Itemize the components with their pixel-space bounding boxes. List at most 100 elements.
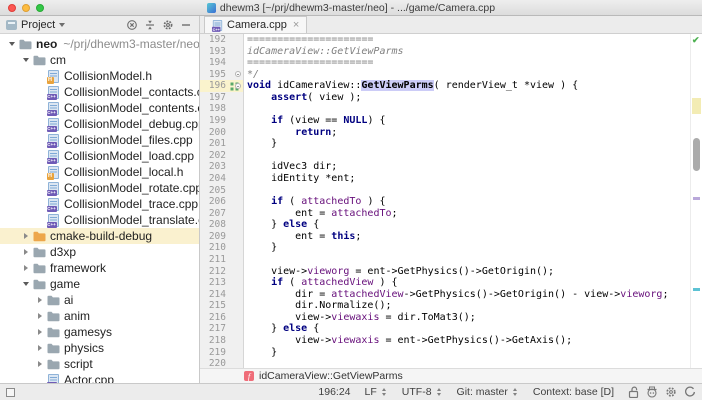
gutter-marker-column[interactable] [230, 277, 244, 289]
gutter-marker-column[interactable] [230, 358, 244, 368]
tree-item-collisionmodel-contacts-cpp[interactable]: C++CollisionModel_contacts.cpp [0, 84, 199, 100]
line-number[interactable]: 217 [200, 323, 230, 335]
line-number[interactable]: 219 [200, 347, 230, 359]
code-line-213[interactable]: 213 if ( attachedView ) { [200, 277, 690, 289]
tree-item-script[interactable]: script [0, 356, 199, 372]
chevron-right-icon[interactable] [34, 297, 46, 303]
line-number[interactable]: 208 [200, 219, 230, 231]
gutter-marker-column[interactable] [230, 80, 244, 92]
chevron-down-icon[interactable] [59, 23, 65, 27]
line-number[interactable]: 201 [200, 138, 230, 150]
tree-item-collisionmodel-contents-cpp[interactable]: C++CollisionModel_contents.cpp [0, 100, 199, 116]
code-line-199[interactable]: 199 if (view == NULL) { [200, 115, 690, 127]
gutter-marker-column[interactable] [230, 57, 244, 69]
tree-item-collisionmodel-files-cpp[interactable]: C++CollisionModel_files.cpp [0, 132, 199, 148]
gutter-marker-column[interactable] [230, 150, 244, 162]
gear-question-icon[interactable] [665, 386, 677, 398]
gutter-marker-column[interactable] [230, 92, 244, 104]
git-branch-selector[interactable]: Git: master [457, 386, 519, 398]
gutter-marker-column[interactable] [230, 347, 244, 359]
line-number[interactable]: 202 [200, 150, 230, 162]
code-line-209[interactable]: 209 ent = this; [200, 231, 690, 243]
gutter-marker-column[interactable] [230, 208, 244, 220]
line-number[interactable]: 194 [200, 57, 230, 69]
gutter-marker-column[interactable] [230, 196, 244, 208]
tree-item-ai[interactable]: ai [0, 292, 199, 308]
line-ending-selector[interactable]: LF [365, 386, 388, 398]
gutter-marker-column[interactable] [230, 219, 244, 231]
line-number[interactable]: 206 [200, 196, 230, 208]
tree-item-cmake-build-debug[interactable]: cmake-build-debug [0, 228, 199, 244]
code-line-202[interactable]: 202 [200, 150, 690, 162]
chevron-right-icon[interactable] [34, 345, 46, 351]
code-line-215[interactable]: 215 dir.Normalize(); [200, 300, 690, 312]
chevron-right-icon[interactable] [20, 265, 32, 271]
code-line-192[interactable]: 192===================== [200, 34, 690, 46]
line-number[interactable]: 195 [200, 69, 230, 81]
tree-item-collisionmodel-load-cpp[interactable]: C++CollisionModel_load.cpp [0, 148, 199, 164]
gutter-marker-column[interactable] [230, 127, 244, 139]
project-panel-title[interactable]: Project [21, 19, 55, 31]
code-line-219[interactable]: 219 } [200, 347, 690, 359]
error-stripe[interactable]: ✔ [690, 34, 702, 368]
line-number[interactable]: 200 [200, 127, 230, 139]
gutter-marker-column[interactable] [230, 103, 244, 115]
line-number[interactable]: 193 [200, 46, 230, 58]
chevron-right-icon[interactable] [34, 313, 46, 319]
line-number[interactable]: 213 [200, 277, 230, 289]
code-line-195[interactable]: 195*/ [200, 69, 690, 81]
tab-camera-cpp[interactable]: C++ Camera.cpp × [204, 16, 307, 33]
tree-item-collisionmodel-h[interactable]: HCollisionModel.h [0, 68, 199, 84]
line-number[interactable]: 192 [200, 34, 230, 46]
code-line-212[interactable]: 212 view->vieworg = ent->GetPhysics()->G… [200, 266, 690, 278]
line-number[interactable]: 203 [200, 161, 230, 173]
line-number[interactable]: 196 [200, 80, 230, 92]
line-number[interactable]: 210 [200, 242, 230, 254]
gutter-marker-column[interactable] [230, 266, 244, 278]
tree-item-actor-cpp[interactable]: C++Actor.cpp [0, 372, 199, 383]
tree-item-collisionmodel-trace-cpp[interactable]: C++CollisionModel_trace.cpp [0, 196, 199, 212]
caret-position[interactable]: 196:24 [318, 386, 350, 398]
chevron-right-icon[interactable] [34, 361, 46, 367]
code-line-197[interactable]: 197 assert( view ); [200, 92, 690, 104]
tree-item-framework[interactable]: framework [0, 260, 199, 276]
line-number[interactable]: 205 [200, 185, 230, 197]
gutter-marker-column[interactable] [230, 173, 244, 185]
line-number[interactable]: 198 [200, 103, 230, 115]
line-number[interactable]: 211 [200, 254, 230, 266]
gutter-marker-column[interactable] [230, 69, 244, 81]
gutter-marker-column[interactable] [230, 300, 244, 312]
tree-item-collisionmodel-rotate-cpp[interactable]: C++CollisionModel_rotate.cpp [0, 180, 199, 196]
scrollbar-thumb[interactable] [693, 138, 700, 171]
gutter-marker-column[interactable] [230, 254, 244, 266]
code-line-203[interactable]: 203 idVec3 dir; [200, 161, 690, 173]
code-editor[interactable]: 192=====================193idCameraView:… [200, 34, 690, 368]
breadcrumb-function[interactable]: idCameraView::GetViewParms [259, 370, 403, 382]
line-number[interactable]: 207 [200, 208, 230, 220]
line-number[interactable]: 199 [200, 115, 230, 127]
code-line-208[interactable]: 208 } else { [200, 219, 690, 231]
gutter-marker-column[interactable] [230, 289, 244, 301]
tree-item-anim[interactable]: anim [0, 308, 199, 324]
code-line-216[interactable]: 216 view->viewaxis = dir.ToMat3(); [200, 312, 690, 324]
hector-inspector-icon[interactable] [646, 386, 658, 398]
line-number[interactable]: 212 [200, 266, 230, 278]
chevron-right-icon[interactable] [20, 233, 32, 239]
code-line-214[interactable]: 214 dir = attachedView->GetPhysics()->Ge… [200, 289, 690, 301]
gutter-marker-column[interactable] [230, 161, 244, 173]
tree-item-collisionmodel-debug-cpp[interactable]: C++CollisionModel_debug.cpp [0, 116, 199, 132]
code-line-218[interactable]: 218 view->viewaxis = ent->GetPhysics()->… [200, 335, 690, 347]
event-log-icon[interactable] [684, 386, 696, 398]
gutter-marker-column[interactable] [230, 335, 244, 347]
lock-icon[interactable] [628, 386, 639, 398]
chevron-down-icon[interactable] [20, 58, 32, 62]
chevron-down-icon[interactable] [20, 282, 32, 286]
line-number[interactable]: 215 [200, 300, 230, 312]
code-line-210[interactable]: 210 } [200, 242, 690, 254]
tree-item-d3xp[interactable]: d3xp [0, 244, 199, 260]
line-number[interactable]: 216 [200, 312, 230, 324]
code-line-201[interactable]: 201 } [200, 138, 690, 150]
code-line-204[interactable]: 204 idEntity *ent; [200, 173, 690, 185]
tree-item-collisionmodel-translate-cpp[interactable]: C++CollisionModel_translate.cpp [0, 212, 199, 228]
code-line-200[interactable]: 200 return; [200, 127, 690, 139]
